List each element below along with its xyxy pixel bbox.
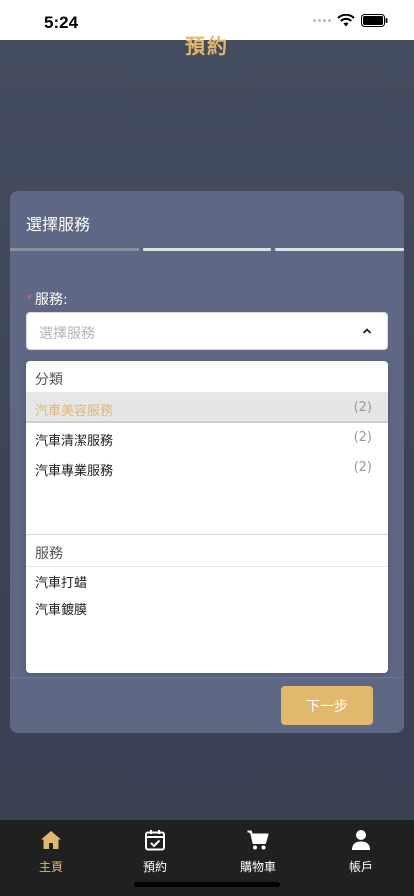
page-title: 預約 [185,34,229,58]
option-label: 汽車鍍膜 [35,603,88,618]
option-count: (2) [353,460,372,475]
service-field-label: * 服務: [26,289,68,309]
service-group-header: 服務 [26,535,388,567]
service-dropdown: 分類 汽車美容服務 (2) 汽車清潔服務 (2) 汽車專業服務 (2) 服務 汽… [26,361,388,673]
category-group-header: 分類 [26,361,388,393]
service-label-text: 服務: [35,292,68,308]
step-3 [275,248,405,251]
service-select[interactable]: 選擇服務 [26,312,388,350]
step-progress [10,248,405,251]
service-selection-panel: 選擇服務 * 服務: 選擇服務 分類 汽車美容服務 (2) 汽車清潔服務 (2) … [10,191,405,733]
option-label: 汽車美容服務 [35,404,114,419]
option-count: (2) [353,400,372,415]
tab-label: 主頁 [38,860,63,874]
footer-divider [10,677,404,678]
category-option[interactable]: 汽車清潔服務 (2) [26,423,388,453]
tab-label: 預約 [142,860,167,874]
panel-title: 選擇服務 [26,215,91,234]
wifi-icon [337,14,355,27]
calendar-check-icon [145,830,165,851]
option-label: 汽車專業服務 [35,464,114,479]
tab-label: 購物車 [239,860,276,874]
status-icons [313,14,388,27]
category-option[interactable]: 汽車專業服務 (2) [26,453,388,483]
tab-home[interactable]: 主頁 [21,828,81,875]
tab-booking[interactable]: 預約 [125,828,185,875]
battery-icon [361,14,388,27]
service-option[interactable]: 汽車鍍膜 [26,594,388,621]
signal-icon [313,19,331,22]
required-mark: * [26,292,33,308]
option-label: 汽車清潔服務 [35,434,114,449]
user-icon [352,830,370,850]
home-indicator [134,882,280,887]
category-option[interactable]: 汽車美容服務 (2) [26,393,388,423]
step-1 [10,248,139,251]
step-2 [142,248,272,251]
tab-cart[interactable]: 購物車 [228,828,288,875]
select-placeholder: 選擇服務 [39,326,95,342]
option-count: (2) [353,430,372,445]
group-divider [26,483,388,535]
next-button[interactable]: 下一步 [281,686,373,725]
chevron-up-icon [362,328,372,334]
tab-label: 帳戶 [348,860,373,874]
option-label: 汽車打蜡 [35,576,88,591]
tab-account[interactable]: 帳戶 [331,828,391,875]
cart-icon [247,830,269,850]
home-icon [41,831,61,849]
service-option[interactable]: 汽車打蜡 [26,567,388,594]
